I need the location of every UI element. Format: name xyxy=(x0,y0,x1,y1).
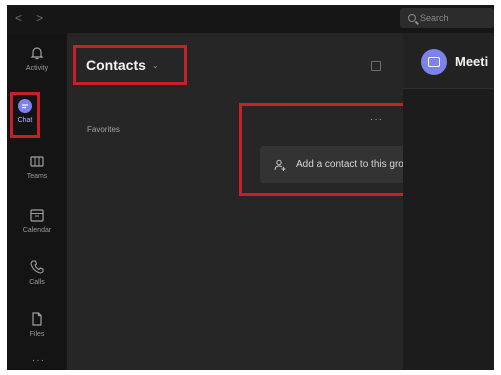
page-title: Contacts xyxy=(86,57,146,73)
search-input[interactable]: Search xyxy=(400,8,494,28)
rail-label: Teams xyxy=(26,173,48,180)
app-window: < > Search Activity Chat Teams Calendar … xyxy=(7,5,494,370)
rail-item-files[interactable]: Files xyxy=(7,307,67,351)
avatar[interactable] xyxy=(421,49,447,75)
phone-icon xyxy=(30,260,44,274)
group-name[interactable]: Favorites xyxy=(87,125,120,134)
app-rail: Activity Chat Teams Calendar Calls Files… xyxy=(7,33,67,370)
chat-pane: Meeti xyxy=(403,33,494,370)
rail-label: Files xyxy=(29,331,45,338)
contacts-dropdown[interactable]: Contacts ⌄ xyxy=(73,45,187,85)
rail-item-activity[interactable]: Activity xyxy=(7,41,67,85)
chevron-down-icon: ⌄ xyxy=(151,60,159,70)
rail-label: Calls xyxy=(29,279,45,286)
contacts-panel: Contacts ⌄ Favorites ··· Add a contact t… xyxy=(67,33,494,370)
rail-item-teams[interactable]: Teams xyxy=(7,149,67,193)
chat-title: Meeti xyxy=(455,54,489,69)
add-contact-label: Add a contact to this group xyxy=(296,159,415,170)
chat-icon xyxy=(18,99,32,113)
rail-item-chat[interactable]: Chat xyxy=(10,92,40,138)
more-options-icon[interactable]: ··· xyxy=(370,114,383,125)
filter-icon[interactable] xyxy=(371,61,381,71)
title-bar: < > Search xyxy=(7,5,494,33)
rail-label: Calendar xyxy=(22,227,52,234)
search-icon xyxy=(408,14,416,22)
more-apps-icon[interactable]: ··· xyxy=(32,355,45,366)
add-person-icon xyxy=(274,159,286,171)
meeting-icon xyxy=(428,57,440,67)
rail-label: Activity xyxy=(25,65,49,72)
rail-label: Chat xyxy=(17,117,33,124)
search-placeholder: Search xyxy=(420,13,449,23)
forward-arrow-icon[interactable]: > xyxy=(36,11,43,25)
calendar-icon xyxy=(30,209,44,222)
rail-item-calls[interactable]: Calls xyxy=(7,255,67,299)
rail-item-calendar[interactable]: Calendar xyxy=(7,203,67,247)
back-arrow-icon[interactable]: < xyxy=(15,11,22,25)
teams-icon xyxy=(30,156,44,167)
chat-header: Meeti xyxy=(403,33,494,89)
file-icon xyxy=(32,312,42,326)
history-nav: < > xyxy=(15,11,43,25)
bell-icon xyxy=(30,47,44,60)
